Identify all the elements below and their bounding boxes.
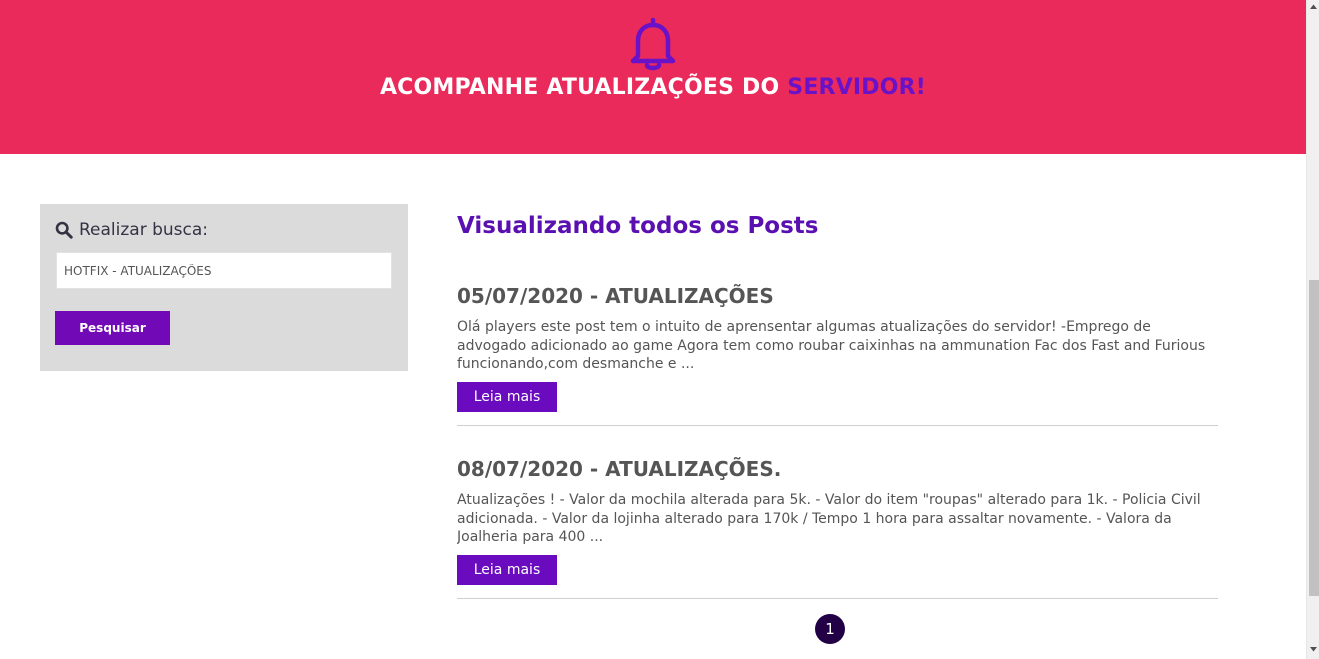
read-more-button[interactable]: Leia mais [457, 555, 557, 585]
hero-banner: ACOMPANHE ATUALIZAÇÕES DO SERVIDOR! [0, 0, 1306, 154]
hero-title-accent: SERVIDOR! [787, 75, 927, 100]
search-button[interactable]: Pesquisar [55, 311, 170, 345]
search-heading: Realizar busca: [55, 219, 208, 241]
post-excerpt: Atualizações ! - Valor da mochila altera… [457, 492, 1201, 545]
search-panel: Realizar busca: Pesquisar [40, 204, 408, 371]
search-input[interactable] [56, 252, 392, 289]
post-excerpt: Olá players este post tem o intuito de a… [457, 319, 1206, 372]
posts-heading: Visualizando todos os Posts [457, 213, 819, 239]
scrollbar-thumb[interactable] [1309, 280, 1319, 596]
hero-title-main: ACOMPANHE ATUALIZAÇÕES DO [379, 75, 788, 100]
search-icon [55, 221, 73, 239]
post-divider [457, 598, 1218, 599]
pagination-page-1[interactable]: 1 [815, 614, 845, 644]
hero-title: ACOMPANHE ATUALIZAÇÕES DO SERVIDOR! [0, 75, 1306, 100]
post-title[interactable]: 05/07/2020 - ATUALIZAÇÕES [457, 281, 1218, 311]
bell-icon [630, 17, 676, 71]
post-divider [457, 425, 1218, 426]
read-more-button[interactable]: Leia mais [457, 382, 557, 412]
post-item: 05/07/2020 - ATUALIZAÇÕES Olá players es… [457, 281, 1218, 412]
scroll-down-arrow-icon[interactable] [1309, 645, 1318, 653]
page: ACOMPANHE ATUALIZAÇÕES DO SERVIDOR! Real… [0, 0, 1319, 659]
scroll-up-arrow-icon[interactable] [1309, 3, 1318, 11]
scrollbar[interactable] [1306, 0, 1319, 659]
search-heading-label: Realizar busca: [79, 220, 209, 240]
post-title[interactable]: 08/07/2020 - ATUALIZAÇÕES. [457, 454, 1218, 484]
post-item: 08/07/2020 - ATUALIZAÇÕES. Atualizações … [457, 454, 1218, 585]
